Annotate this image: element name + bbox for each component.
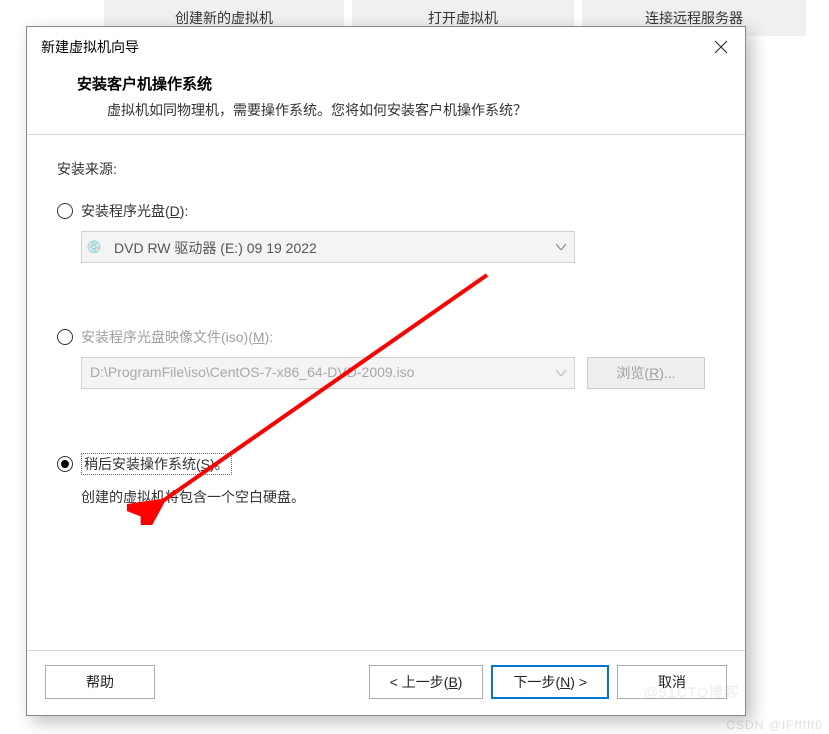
browse-button[interactable]: 浏览(R)... [587,357,705,389]
dialog-header: 安装客户机操作系统 虚拟机如同物理机，需要操作系统。您将如何安装客户机操作系统？ [27,65,745,135]
dialog-title: 新建虚拟机向导 [41,37,139,57]
dialog-titlebar: 新建虚拟机向导 [27,27,745,65]
later-hint: 创建的虚拟机将包含一个空白硬盘。 [81,487,715,507]
radio-iso-label: 安装程序光盘映像文件(iso)(M): [81,327,273,347]
radio-icon[interactable] [57,456,73,472]
close-icon[interactable] [711,37,731,57]
chevron-down-icon[interactable] [548,232,574,262]
iso-path-combo[interactable]: D:\ProgramFile\iso\CentOS-7-x86_64-DVD-2… [81,357,575,389]
header-subtitle: 虚拟机如同物理机，需要操作系统。您将如何安装客户机操作系统？ [77,100,719,120]
iso-path-value: D:\ProgramFile\iso\CentOS-7-x86_64-DVD-2… [82,358,548,388]
radio-option-later[interactable]: 稍后安装操作系统(S)。 [57,453,715,475]
header-title: 安装客户机操作系统 [77,73,719,94]
install-source-label: 安装来源: [57,159,715,179]
help-button[interactable]: 帮助 [45,665,155,699]
next-button[interactable]: 下一步(N) > [491,665,609,699]
dialog-body: 安装来源: 安装程序光盘(D): 💿 DVD RW 驱动器 (E:) 09 19… [27,135,745,650]
radio-icon[interactable] [57,329,73,345]
radio-disc-label: 安装程序光盘(D): [81,201,188,221]
dialog-footer: 帮助 < 上一步(B) 下一步(N) > 取消 [27,650,745,715]
disc-drive-value: DVD RW 驱动器 (E:) 09 19 2022 [106,232,548,262]
watermark: CSDN @IFfffff0 [726,718,823,732]
watermark: @51CTO博客 [644,682,739,702]
radio-option-disc[interactable]: 安装程序光盘(D): [57,201,715,221]
annotation-arrow [127,265,507,525]
disc-drive-combo[interactable]: 💿 DVD RW 驱动器 (E:) 09 19 2022 [81,231,575,263]
radio-later-label: 稍后安装操作系统(S)。 [81,453,232,475]
disc-icon: 💿 [82,232,106,262]
radio-option-iso[interactable]: 安装程序光盘映像文件(iso)(M): [57,327,715,347]
back-button[interactable]: < 上一步(B) [369,665,484,699]
new-vm-wizard-dialog: 新建虚拟机向导 安装客户机操作系统 虚拟机如同物理机，需要操作系统。您将如何安装… [26,26,746,716]
chevron-down-icon[interactable] [548,358,574,388]
radio-icon[interactable] [57,203,73,219]
